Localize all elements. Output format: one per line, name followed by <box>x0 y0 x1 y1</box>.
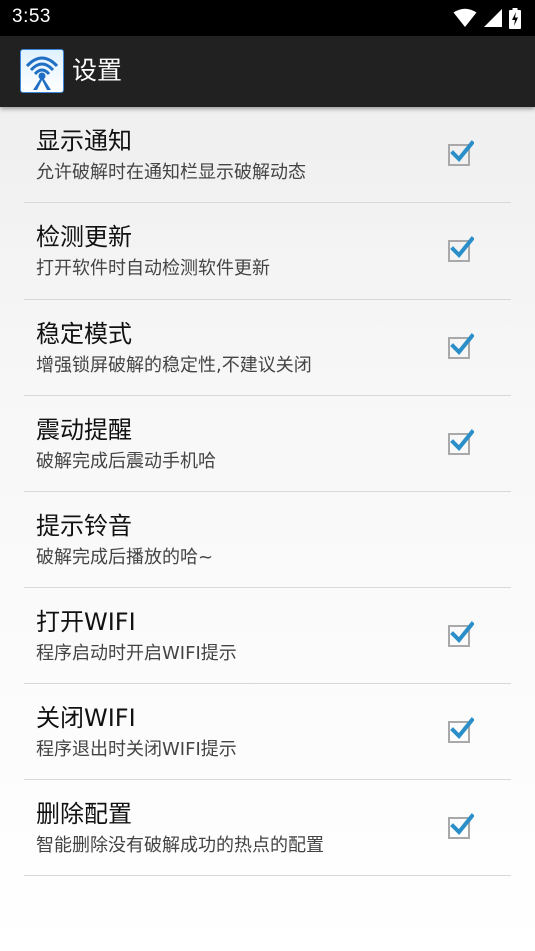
status-time: 3:53 <box>12 6 51 27</box>
preference-item-check-update[interactable]: 检测更新 打开软件时自动检测软件更新 <box>24 203 511 300</box>
preference-summary: 程序退出时关闭WIFI提示 <box>36 739 237 760</box>
app-logo-icon[interactable] <box>20 49 64 93</box>
checkbox-checked-icon[interactable] <box>448 429 474 455</box>
preference-item-open-wifi[interactable]: 打开WIFI 程序启动时开启WIFI提示 <box>24 588 511 684</box>
checkbox-checked-icon[interactable] <box>448 621 474 647</box>
checkbox-checked-icon[interactable] <box>448 333 474 359</box>
preference-summary: 破解完成后播放的哈~ <box>36 547 214 568</box>
cellular-signal-icon <box>484 9 502 27</box>
preference-title: 显示通知 <box>36 127 132 155</box>
checkbox-checked-icon[interactable] <box>448 140 474 166</box>
status-bar: 3:53 <box>0 0 535 36</box>
preference-summary: 打开软件时自动检测软件更新 <box>36 258 270 279</box>
preference-list: 显示通知 允许破解时在通知栏显示破解动态 检测更新 打开软件时自动检测软件更新 … <box>24 107 511 876</box>
preference-title: 删除配置 <box>36 800 132 828</box>
preference-title: 稳定模式 <box>36 320 132 348</box>
checkbox-checked-icon[interactable] <box>448 717 474 743</box>
preference-summary: 允许破解时在通知栏显示破解动态 <box>36 162 306 183</box>
checkbox-checked-icon[interactable] <box>448 813 474 839</box>
preference-summary: 智能删除没有破解成功的热点的配置 <box>36 835 324 856</box>
preference-item-close-wifi[interactable]: 关闭WIFI 程序退出时关闭WIFI提示 <box>24 684 511 780</box>
preference-title: 检测更新 <box>36 223 132 251</box>
status-icons <box>453 7 521 29</box>
preference-title: 打开WIFI <box>36 608 136 636</box>
preference-item-show-notification[interactable]: 显示通知 允许破解时在通知栏显示破解动态 <box>24 107 511 203</box>
checkbox-checked-icon[interactable] <box>448 236 474 262</box>
battery-charging-icon <box>509 7 521 29</box>
page-title: 设置 <box>72 56 123 85</box>
preference-item-vibrate-alert[interactable]: 震动提醒 破解完成后震动手机哈 <box>24 396 511 492</box>
app-bar: 设置 <box>0 36 535 107</box>
preference-title: 关闭WIFI <box>36 704 136 732</box>
preference-item-ringtone[interactable]: 提示铃音 破解完成后播放的哈~ <box>24 492 511 588</box>
preference-title: 提示铃音 <box>36 512 132 540</box>
preference-summary: 破解完成后震动手机哈 <box>36 451 216 472</box>
preference-title: 震动提醒 <box>36 416 132 444</box>
preference-summary: 增强锁屏破解的稳定性,不建议关闭 <box>36 355 312 376</box>
preference-item-delete-config[interactable]: 删除配置 智能删除没有破解成功的热点的配置 <box>24 780 511 876</box>
preference-summary: 程序启动时开启WIFI提示 <box>36 643 237 664</box>
wifi-icon <box>453 8 477 27</box>
preference-item-stable-mode[interactable]: 稳定模式 增强锁屏破解的稳定性,不建议关闭 <box>24 300 511 396</box>
